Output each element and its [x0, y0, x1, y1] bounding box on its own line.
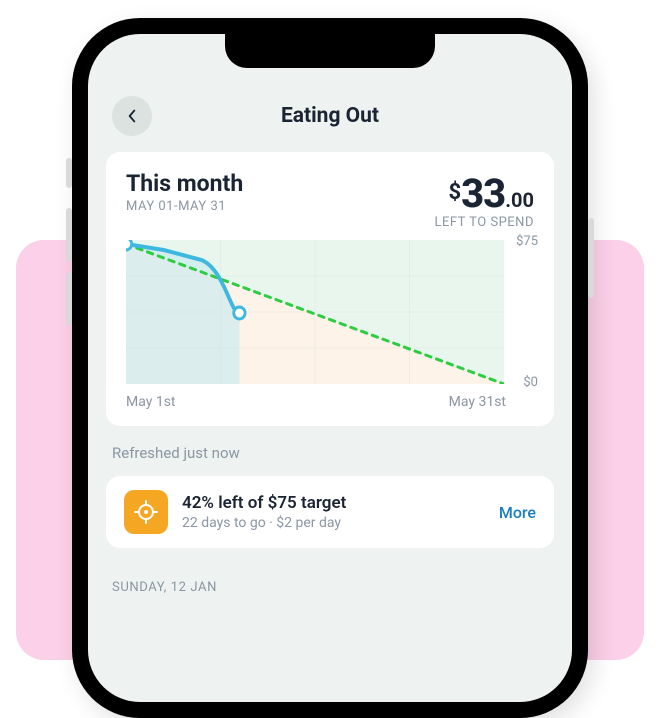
summary-left: This month MAY 01-MAY 31 — [126, 170, 243, 214]
more-link[interactable]: More — [499, 503, 536, 522]
date-range: MAY 01-MAY 31 — [126, 199, 243, 214]
target-text: 42% left of $75 target 22 days to go · $… — [182, 493, 485, 531]
chart-plot-area: $75 $0 — [126, 240, 534, 384]
phone-screen: Eating Out This month MAY 01-MAY 31 $33.… — [88, 34, 572, 702]
x-end-label: May 31st — [449, 394, 506, 410]
amount-cents: .00 — [505, 188, 534, 212]
target-card[interactable]: 42% left of $75 target 22 days to go · $… — [106, 476, 554, 548]
phone-side-button — [66, 208, 72, 262]
chart-svg — [126, 240, 504, 384]
back-button[interactable] — [112, 96, 152, 136]
summary-right: $33.00 LEFT TO SPEND — [434, 170, 534, 230]
left-to-spend-label: LEFT TO SPEND — [434, 215, 534, 230]
currency-symbol: $ — [448, 180, 461, 205]
month-label: This month — [126, 170, 243, 197]
refreshed-status: Refreshed just now — [106, 440, 554, 476]
amount-remaining: $33.00 — [434, 170, 534, 217]
summary-card: This month MAY 01-MAY 31 $33.00 LEFT TO … — [106, 152, 554, 426]
target-subtitle: 22 days to go · $2 per day — [182, 515, 485, 531]
phone-frame: Eating Out This month MAY 01-MAY 31 $33.… — [72, 18, 588, 718]
chevron-left-icon — [126, 109, 138, 123]
crosshair-icon — [134, 500, 158, 524]
target-title: 42% left of $75 target — [182, 493, 485, 513]
section-date-header: SUNDAY, 12 JAN — [106, 562, 554, 595]
page-title: Eating Out — [281, 104, 379, 128]
x-axis-labels: May 1st May 31st — [126, 394, 534, 410]
nav-bar: Eating Out — [88, 90, 572, 142]
amount-whole: 33 — [461, 170, 505, 217]
phone-notch — [225, 34, 435, 68]
y-axis-min-label: $0 — [523, 375, 538, 390]
summary-header: This month MAY 01-MAY 31 $33.00 LEFT TO … — [126, 170, 534, 230]
content-area: This month MAY 01-MAY 31 $33.00 LEFT TO … — [88, 142, 572, 595]
phone-side-button — [66, 272, 72, 326]
y-axis-max-label: $75 — [516, 234, 538, 249]
phone-side-button — [588, 218, 594, 298]
spending-chart: $75 $0 May 1st May 31st — [126, 240, 534, 410]
target-icon — [124, 490, 168, 534]
app-screen: Eating Out This month MAY 01-MAY 31 $33.… — [88, 34, 572, 702]
phone-side-button — [66, 158, 72, 188]
x-start-label: May 1st — [126, 394, 176, 410]
